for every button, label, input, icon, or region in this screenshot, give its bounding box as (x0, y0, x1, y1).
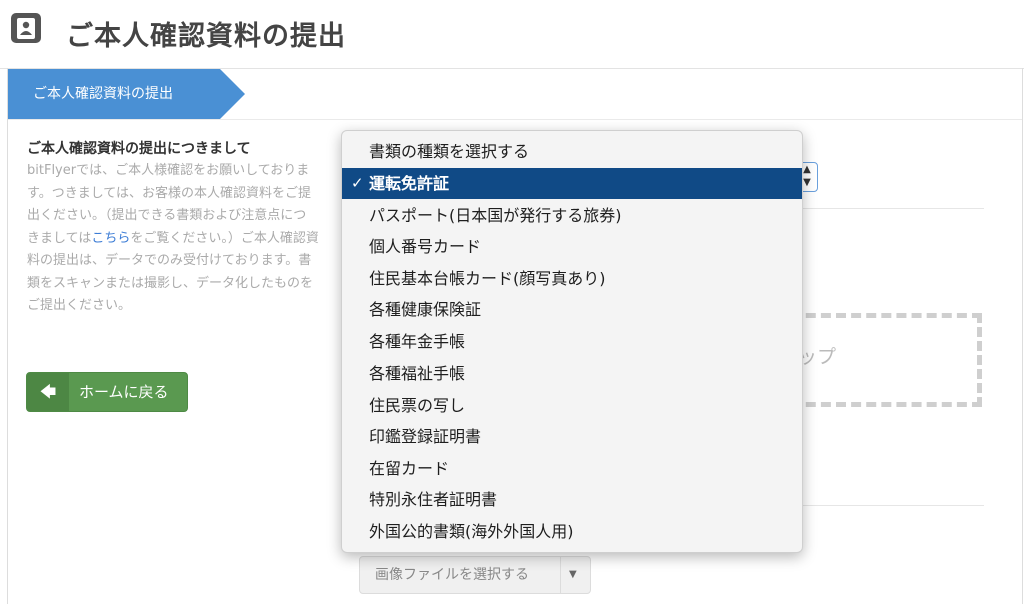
arrow-left-icon: 🡄 (27, 373, 69, 411)
dropdown-option[interactable]: 書類の種類を選択する (342, 136, 802, 167)
dropdown-option-selected[interactable]: ✓ 運転免許証 (342, 168, 802, 199)
divider (800, 505, 984, 506)
select-image-file-button[interactable]: 画像ファイルを選択する ▼ (359, 556, 591, 594)
content-border-left (7, 68, 8, 604)
dropdown-option[interactable]: 個人番号カード (342, 231, 802, 262)
home-button-label: ホームに戻る (79, 383, 169, 401)
id-card-icon (11, 13, 41, 43)
dropdown-option[interactable]: パスポート(日本国が発行する旅券) (342, 200, 802, 231)
breadcrumb-step-current: ご本人確認資料の提出 (8, 69, 220, 119)
checkmark-icon: ✓ (351, 174, 364, 192)
caret-down-icon[interactable]: ▼ (569, 557, 577, 593)
breadcrumb-arrow (220, 69, 245, 119)
drop-zone-label: ップ (798, 346, 837, 368)
dropdown-option[interactable]: 各種年金手帳 (342, 326, 802, 357)
dropdown-option[interactable]: 住民票の写し (342, 390, 802, 421)
document-type-dropdown[interactable]: 書類の種類を選択する ✓ 運転免許証 パスポート(日本国が発行する旅券) 個人番… (341, 130, 803, 553)
home-button[interactable]: 🡄 ホームに戻る (26, 372, 188, 412)
dropdown-option[interactable]: 印鑑登録証明書 (342, 421, 802, 452)
content-border-right (1022, 68, 1023, 604)
button-separator (560, 557, 561, 593)
dropdown-option-label: 運転免許証 (369, 174, 450, 193)
dropdown-option[interactable]: 各種健康保険証 (342, 294, 802, 325)
info-heading: ご本人確認資料の提出につきまして (27, 141, 251, 157)
breadcrumb: ご本人確認資料の提出 (8, 69, 1022, 120)
guidelines-link[interactable]: こちら (91, 231, 130, 246)
dropdown-option[interactable]: 在留カード (342, 453, 802, 484)
page-title: ご本人確認資料の提出 (66, 21, 346, 52)
page-header: ご本人確認資料の提出 (0, 0, 1024, 69)
dropdown-option[interactable]: 各種福祉手帳 (342, 358, 802, 389)
divider (800, 208, 984, 209)
dropdown-option[interactable]: 住民基本台帳カード(顔写真あり) (342, 263, 802, 294)
dropdown-option[interactable]: 特別永住者証明書 (342, 484, 802, 515)
info-text: bitFlyerでは、ご本人様確認をお願いしております。つきましては、お客様の本… (27, 160, 319, 318)
select-image-file-label: 画像ファイルを選択する (375, 567, 529, 583)
dropdown-option[interactable]: 外国公的書類(海外外国人用) (342, 516, 802, 547)
